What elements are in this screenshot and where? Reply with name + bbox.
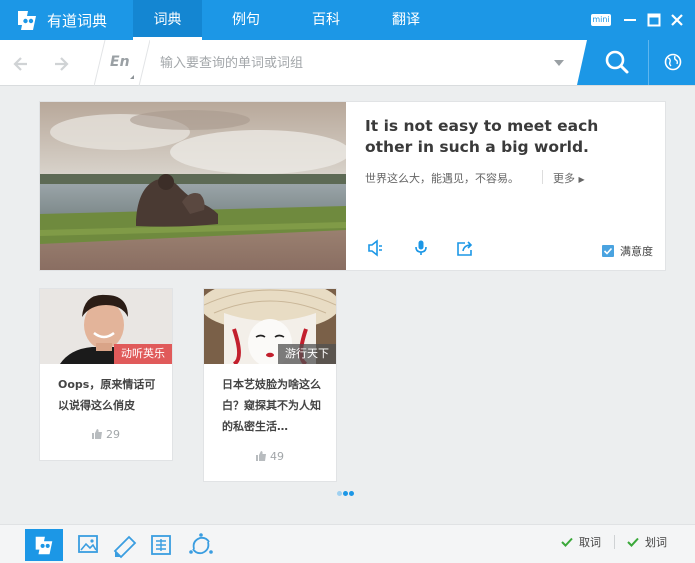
article-tag: 游行天下	[278, 344, 336, 364]
daily-photo[interactable]	[40, 102, 346, 270]
daily-sentence[interactable]: It is not easy to meet each other in suc…	[365, 116, 645, 158]
page-dot[interactable]	[349, 491, 354, 496]
search-input[interactable]	[160, 52, 520, 74]
sync-icon[interactable]	[182, 529, 220, 561]
online-mode-button[interactable]	[648, 40, 695, 85]
speaker-icon[interactable]	[367, 239, 385, 257]
daily-sentence-card: It is not easy to meet each other in suc…	[40, 102, 665, 270]
check-icon	[561, 537, 573, 547]
search-button[interactable]	[577, 40, 648, 85]
page-dot-active[interactable]	[343, 491, 348, 496]
page-dot[interactable]	[337, 491, 342, 496]
divider	[614, 535, 615, 549]
tab-encyclopedia[interactable]: 百科	[294, 0, 358, 40]
note-icon[interactable]	[106, 529, 144, 561]
thumbs-up-icon	[92, 429, 102, 439]
like-count-value: 29	[106, 428, 120, 441]
tab-examples[interactable]: 例句	[214, 0, 278, 40]
divider	[542, 170, 543, 184]
like-count[interactable]: 49	[255, 450, 284, 463]
chevron-down-icon[interactable]	[554, 60, 564, 66]
like-count[interactable]: 29	[91, 428, 120, 441]
microphone-icon[interactable]	[412, 239, 430, 257]
language-label: En	[110, 54, 130, 70]
more-link[interactable]: 更多 ▶	[553, 170, 585, 186]
article-title[interactable]: 日本艺妓脸为啥这么白？窥探其不为人知的私密生活…	[222, 374, 322, 437]
article-card[interactable]: 游行天下 日本艺妓脸为啥这么白？窥探其不为人知的私密生活… 49	[204, 289, 336, 481]
like-count-value: 49	[270, 450, 284, 463]
selection-translate-label: 划词	[645, 536, 667, 549]
share-icon[interactable]	[456, 239, 474, 257]
tab-translate[interactable]: 翻译	[374, 0, 438, 40]
youdao-logo-icon	[18, 11, 36, 30]
dict-tool-icon	[35, 536, 53, 555]
more-label: 更多	[553, 172, 575, 185]
article-image: 动听英乐	[40, 289, 172, 364]
article-tag: 动听英乐	[114, 344, 172, 364]
word-capture-toggle[interactable]: 取词	[561, 534, 601, 550]
image-translate-icon[interactable]	[70, 529, 108, 561]
article-title[interactable]: Oops，原来情话可以说得这么俏皮	[58, 374, 158, 416]
daily-translation: 世界这么大，能遇见，不容易。	[365, 172, 519, 185]
dictionary-tool-button[interactable]	[25, 529, 63, 561]
forward-arrow-icon[interactable]	[52, 54, 72, 74]
close-icon[interactable]	[667, 10, 687, 30]
selection-translate-toggle[interactable]: 划词	[627, 534, 667, 550]
maximize-icon[interactable]	[644, 10, 664, 30]
app-title: 有道词典	[47, 12, 108, 30]
satisfaction-checkbox[interactable]	[602, 245, 614, 257]
tab-dictionary[interactable]: 词典	[133, 0, 202, 40]
thumbs-up-icon	[256, 451, 266, 461]
globe-icon	[664, 53, 682, 71]
back-arrow-icon[interactable]	[10, 54, 30, 74]
article-image: 游行天下	[204, 289, 336, 364]
translate-tool-icon[interactable]	[143, 529, 181, 561]
satisfaction-label: 满意度	[620, 245, 653, 258]
article-card[interactable]: 动听英乐 Oops，原来情话可以说得这么俏皮 29	[40, 289, 172, 460]
word-capture-label: 取词	[579, 536, 601, 549]
triangle-right-icon: ▶	[578, 175, 585, 184]
minimize-icon[interactable]	[620, 10, 640, 30]
mini-mode-button[interactable]: mini	[591, 14, 611, 26]
check-icon	[627, 537, 639, 547]
